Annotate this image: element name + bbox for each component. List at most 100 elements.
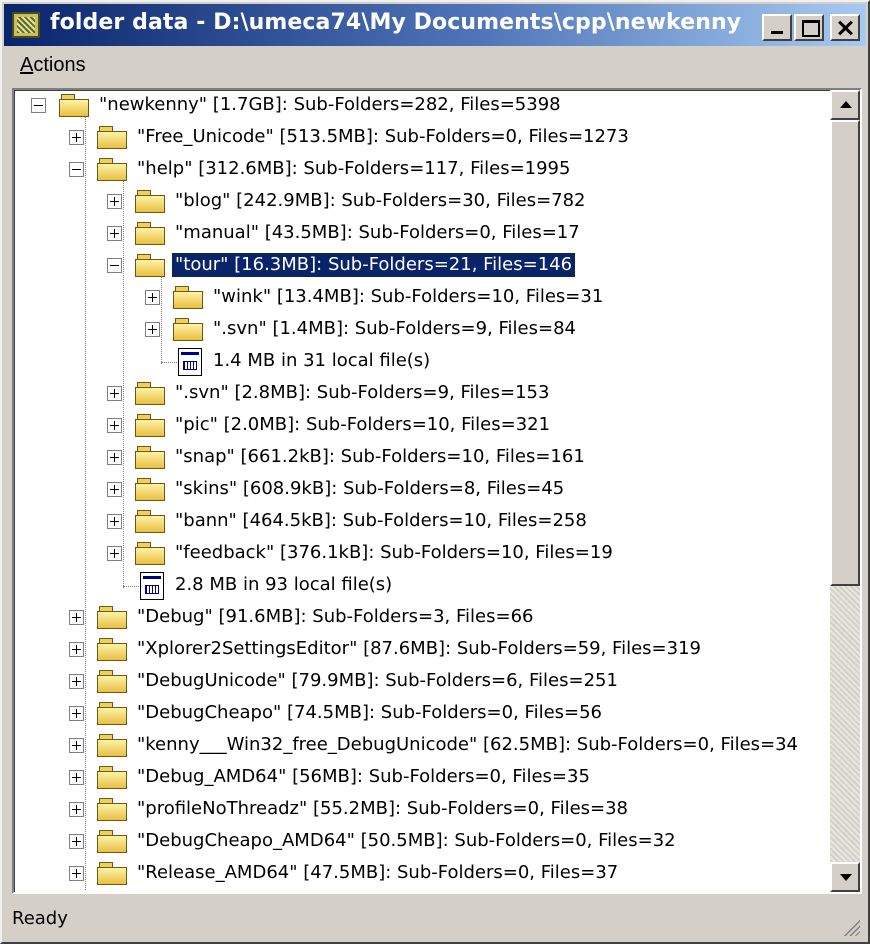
tree-row[interactable]: "blog" [242.9MB]: Sub-Folders=30, Files=… <box>14 186 830 218</box>
expand-toggle[interactable] <box>145 290 160 305</box>
collapse-toggle[interactable] <box>107 258 122 273</box>
folder-icon <box>135 382 167 406</box>
tree-item-label[interactable]: "pic" [2.0MB]: Sub-Folders=10, Files=321 <box>172 413 553 437</box>
folder-icon <box>135 478 167 502</box>
folder-icon <box>97 798 129 822</box>
tree-row[interactable]: "help" [312.6MB]: Sub-Folders=117, Files… <box>14 154 830 186</box>
maximize-button[interactable] <box>794 14 824 41</box>
tree-item-label[interactable]: "wink" [13.4MB]: Sub-Folders=10, Files=3… <box>210 285 606 309</box>
collapse-toggle[interactable] <box>31 98 46 113</box>
tree-item-label[interactable]: "feedback" [376.1kB]: Sub-Folders=10, Fi… <box>172 541 616 565</box>
tree-item-label[interactable]: "newkenny" [1.7GB]: Sub-Folders=282, Fil… <box>96 93 564 117</box>
tree-item-label[interactable]: "profileNoThreadz" [55.2MB]: Sub-Folders… <box>134 797 631 821</box>
tree-item-label[interactable]: "skins" [608.9kB]: Sub-Folders=8, Files=… <box>172 477 567 501</box>
tree-row[interactable]: "DebugCheapo" [74.5MB]: Sub-Folders=0, F… <box>14 698 830 730</box>
tree-row[interactable]: ".svn" [2.8MB]: Sub-Folders=9, Files=153 <box>14 378 830 410</box>
status-text: Ready <box>12 908 68 929</box>
resize-grip-icon[interactable] <box>842 918 860 936</box>
tree-row[interactable]: "Xplorer2SettingsEditor" [87.6MB]: Sub-F… <box>14 634 830 666</box>
tree-item-label[interactable]: "Debug" [91.6MB]: Sub-Folders=3, Files=6… <box>134 605 536 629</box>
tree-row[interactable]: "Release_AMD64" [47.5MB]: Sub-Folders=0,… <box>14 858 830 890</box>
expand-toggle[interactable] <box>107 194 122 209</box>
menu-actions[interactable]: Actions <box>20 54 86 77</box>
collapse-toggle[interactable] <box>69 162 84 177</box>
tree-item-label[interactable]: ".svn" [1.4MB]: Sub-Folders=9, Files=84 <box>210 317 579 341</box>
tree-item-label[interactable]: "snap" [661.2kB]: Sub-Folders=10, Files=… <box>172 445 588 469</box>
tree-item-label[interactable]: "kenny___Win32_free_DebugUnicode" [62.5M… <box>134 733 801 757</box>
tree-row[interactable]: "manual" [43.5MB]: Sub-Folders=0, Files=… <box>14 218 830 250</box>
tree-row[interactable]: 2.8 MB in 93 local file(s) <box>14 570 830 602</box>
tree-row[interactable]: "kenny___Win32_free_DebugUnicode" [62.5M… <box>14 730 830 762</box>
tree-row[interactable]: 1.4 MB in 31 local file(s) <box>14 346 830 378</box>
tree-item-label[interactable]: "Release_AMD64" [47.5MB]: Sub-Folders=0,… <box>134 861 621 885</box>
tree-row[interactable]: "snap" [661.2kB]: Sub-Folders=10, Files=… <box>14 442 830 474</box>
tree-item-label[interactable]: "Xplorer2SettingsEditor" [87.6MB]: Sub-F… <box>134 637 704 661</box>
folder-tree[interactable]: "newkenny" [1.7GB]: Sub-Folders=282, Fil… <box>14 90 830 892</box>
expand-toggle[interactable] <box>145 322 160 337</box>
scroll-thumb[interactable] <box>830 120 860 586</box>
tree-row[interactable]: "Debug" [91.6MB]: Sub-Folders=3, Files=6… <box>14 602 830 634</box>
folder-icon <box>173 286 205 310</box>
vertical-scrollbar[interactable] <box>830 90 860 892</box>
tree-row[interactable]: ".svn" [1.4MB]: Sub-Folders=9, Files=84 <box>14 314 830 346</box>
folder-icon <box>97 126 129 150</box>
tree-item-label[interactable]: "blog" [242.9MB]: Sub-Folders=30, Files=… <box>172 189 589 213</box>
tree-item-label[interactable]: "DebugUnicode" [79.9MB]: Sub-Folders=6, … <box>134 669 621 693</box>
tree-row-selected[interactable]: "tour" [16.3MB]: Sub-Folders=21, Files=1… <box>14 250 830 282</box>
expand-toggle[interactable] <box>107 514 122 529</box>
expand-toggle[interactable] <box>69 802 84 817</box>
window-title: folder data - D:\umeca74\My Documents\cp… <box>50 10 742 35</box>
expand-toggle[interactable] <box>107 450 122 465</box>
expand-toggle[interactable] <box>69 610 84 625</box>
tree-item-label[interactable]: ".svn" [2.8MB]: Sub-Folders=9, Files=153 <box>172 381 552 405</box>
expand-toggle[interactable] <box>69 866 84 881</box>
tree-item-label[interactable]: 2.8 MB in 93 local file(s) <box>172 573 395 597</box>
expand-toggle[interactable] <box>69 738 84 753</box>
scroll-up-arrow-icon[interactable] <box>830 90 860 120</box>
tree-row[interactable]: "profileNoThreadz" [55.2MB]: Sub-Folders… <box>14 794 830 826</box>
expand-toggle[interactable] <box>107 226 122 241</box>
tree-item-label[interactable]: "Debug_AMD64" [56MB]: Sub-Folders=0, Fil… <box>134 765 593 789</box>
tree-item-label[interactable]: "Free_Unicode" [513.5MB]: Sub-Folders=0,… <box>134 125 632 149</box>
tree-item-label[interactable]: "tour" [16.3MB]: Sub-Folders=21, Files=1… <box>170 252 577 278</box>
tree-item-label[interactable]: 1.4 MB in 31 local file(s) <box>210 349 433 373</box>
expand-toggle[interactable] <box>107 418 122 433</box>
folder-icon <box>135 510 167 534</box>
folder-data-window: folder data - D:\umeca74\My Documents\cp… <box>0 0 870 944</box>
folder-icon <box>135 414 167 438</box>
folder-icon <box>97 830 129 854</box>
tree-item-label[interactable]: "help" [312.6MB]: Sub-Folders=117, Files… <box>134 157 573 181</box>
tree-item-label[interactable]: "bann" [464.5kB]: Sub-Folders=10, Files=… <box>172 509 590 533</box>
close-button[interactable] <box>830 14 860 41</box>
tree-row[interactable]: "bann" [464.5kB]: Sub-Folders=10, Files=… <box>14 506 830 538</box>
tree-row[interactable]: "Debug_AMD64" [56MB]: Sub-Folders=0, Fil… <box>14 762 830 794</box>
expand-toggle[interactable] <box>69 642 84 657</box>
folder-icon <box>97 734 129 758</box>
expand-toggle[interactable] <box>69 770 84 785</box>
folder-icon <box>135 190 167 214</box>
folder-icon <box>97 606 129 630</box>
expand-toggle[interactable] <box>107 546 122 561</box>
minimize-button[interactable] <box>762 14 792 41</box>
tree-item-label[interactable]: "manual" [43.5MB]: Sub-Folders=0, Files=… <box>172 221 583 245</box>
app-icon[interactable] <box>12 12 40 38</box>
tree-row[interactable]: "DebugUnicode" [79.9MB]: Sub-Folders=6, … <box>14 666 830 698</box>
tree-row[interactable]: "feedback" [376.1kB]: Sub-Folders=10, Fi… <box>14 538 830 570</box>
tree-row[interactable]: "wink" [13.4MB]: Sub-Folders=10, Files=3… <box>14 282 830 314</box>
tree-item-label[interactable]: "DebugCheapo_AMD64" [50.5MB]: Sub-Folder… <box>134 829 679 853</box>
tree-row[interactable]: "skins" [608.9kB]: Sub-Folders=8, Files=… <box>14 474 830 506</box>
tree-row[interactable]: "Free_Unicode" [513.5MB]: Sub-Folders=0,… <box>14 122 830 154</box>
expand-toggle[interactable] <box>69 674 84 689</box>
tree-item-label[interactable]: "DebugCheapo" [74.5MB]: Sub-Folders=0, F… <box>134 701 605 725</box>
tree-row[interactable]: "DebugCheapo_AMD64" [50.5MB]: Sub-Folder… <box>14 826 830 858</box>
title-bar[interactable]: folder data - D:\umeca74\My Documents\cp… <box>4 4 866 46</box>
expand-toggle[interactable] <box>69 130 84 145</box>
expand-toggle[interactable] <box>107 482 122 497</box>
folder-icon <box>97 670 129 694</box>
expand-toggle[interactable] <box>69 706 84 721</box>
expand-toggle[interactable] <box>69 834 84 849</box>
tree-row[interactable]: "pic" [2.0MB]: Sub-Folders=10, Files=321 <box>14 410 830 442</box>
scroll-down-arrow-icon[interactable] <box>830 862 860 892</box>
expand-toggle[interactable] <box>107 386 122 401</box>
tree-row[interactable]: "newkenny" [1.7GB]: Sub-Folders=282, Fil… <box>14 90 830 122</box>
